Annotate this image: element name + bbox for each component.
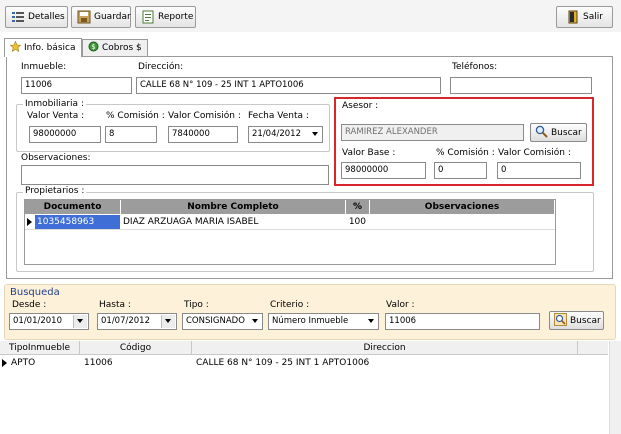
valor-venta-field[interactable]: 98000000: [29, 126, 101, 143]
cell-nombre[interactable]: DIAZ ARZUAGA MARIA ISABEL: [123, 215, 343, 229]
guardar-button[interactable]: Guardar: [71, 6, 131, 28]
inmueble-label: Inmueble:: [21, 62, 67, 72]
detalles-label: Detalles: [28, 12, 65, 22]
save-icon: [77, 10, 91, 24]
hasta-date-field[interactable]: 01/07/2012: [97, 313, 177, 330]
tab-info-basica[interactable]: Info. básica: [4, 38, 82, 57]
busqueda-buscar-button[interactable]: Buscar: [549, 311, 604, 330]
asesor-valor-comision-label: Valor Comisión :: [498, 148, 571, 158]
money-icon: $: [88, 41, 99, 55]
busqueda-title: Busqueda: [10, 287, 60, 298]
valor-comision-label: Valor Comisión :: [168, 111, 241, 121]
desde-date-field[interactable]: 01/01/2010: [9, 313, 89, 330]
row-pointer-icon: [2, 359, 7, 367]
reporte-button[interactable]: Reporte: [135, 6, 196, 28]
col-pct[interactable]: %: [346, 200, 370, 214]
magnifier-icon: [554, 312, 567, 329]
fecha-venta-label: Fecha Venta :: [248, 111, 309, 121]
results-grid: TipoInmueble Código Direccion APTO 11006…: [0, 341, 608, 434]
chevron-down-icon: [77, 319, 83, 323]
col-codigo[interactable]: Código: [80, 341, 192, 355]
inmobiliaria-title: Inmobiliaria :: [23, 99, 86, 109]
salir-button[interactable]: Salir: [556, 6, 613, 28]
chevron-down-icon: [368, 319, 374, 323]
table-row[interactable]: APTO 11006 CALLE 68 N° 109 - 25 INT 1 AP…: [0, 356, 578, 371]
report-icon: [141, 10, 155, 24]
criterio-label: Criterio :: [270, 300, 310, 310]
asesor-buscar-label: Buscar: [551, 127, 582, 138]
cell-observaciones[interactable]: [372, 215, 552, 229]
guardar-label: Guardar: [94, 12, 131, 22]
valor-venta-label: Valor Venta :: [27, 111, 85, 121]
telefonos-field[interactable]: [450, 77, 592, 94]
exit-door-icon: [566, 10, 580, 24]
tab-info-label: Info. básica: [24, 43, 76, 53]
valor-comision-field[interactable]: 7840000: [168, 126, 238, 143]
valor-base-label: Valor Base :: [342, 148, 396, 158]
chevron-down-icon: [252, 319, 258, 323]
direccion-label: Dirección:: [138, 62, 184, 72]
col-direccion[interactable]: Direccion: [192, 341, 578, 355]
cell-codigo[interactable]: 11006: [84, 356, 189, 370]
cell-direccion[interactable]: CALLE 68 N° 109 - 25 INT 1 APTO1006: [196, 356, 576, 370]
criterio-value: Número Inmueble: [272, 316, 349, 326]
asesor-valor-comision-field[interactable]: 0: [497, 162, 581, 179]
criterio-combo[interactable]: Número Inmueble: [268, 313, 379, 330]
col-tipoinmueble[interactable]: TipoInmueble: [0, 341, 80, 355]
fecha-venta-combo[interactable]: 21/04/2012: [248, 126, 323, 143]
col-nombre[interactable]: Nombre Completo: [121, 200, 346, 214]
valor-field[interactable]: 11006: [385, 313, 540, 330]
tipo-combo[interactable]: CONSIGNADO: [182, 313, 263, 330]
valor-base-field[interactable]: 98000000: [341, 162, 426, 179]
direccion-field[interactable]: CALLE 68 N° 109 - 25 INT 1 APTO1006: [136, 77, 441, 94]
tab-strip: Info. básica $ Cobros $: [4, 38, 154, 57]
telefonos-label: Teléfonos:: [452, 62, 498, 72]
cell-documento[interactable]: 1035458963: [35, 215, 120, 229]
valor-label: Valor :: [386, 300, 415, 310]
busqueda-panel: [4, 284, 616, 340]
asesor-name-field[interactable]: RAMIREZ ALEXANDER: [341, 124, 524, 141]
cell-pct[interactable]: 100: [346, 215, 366, 229]
col-observaciones[interactable]: Observaciones: [370, 200, 555, 214]
detalles-button[interactable]: Detalles: [5, 6, 68, 28]
busqueda-buscar-label: Buscar: [570, 315, 601, 326]
asesor-pct-field[interactable]: 0: [434, 162, 487, 179]
propietarios-grid: Documento Nombre Completo % Observacione…: [24, 199, 556, 265]
chevron-down-icon[interactable]: [312, 132, 318, 136]
tipo-value: CONSIGNADO: [186, 316, 245, 326]
inmueble-field[interactable]: 11006: [21, 77, 132, 94]
star-icon: [9, 40, 22, 55]
desde-value: 01/01/2010: [13, 316, 62, 326]
observaciones-label: Observaciones:: [21, 153, 91, 163]
pct-comision-field[interactable]: 8: [105, 126, 157, 143]
tipo-label: Tipo :: [184, 300, 209, 310]
cell-tipo[interactable]: APTO: [11, 356, 79, 370]
toolbar: Detalles Guardar Reporte Salir: [0, 0, 621, 32]
asesor-title: Asesor :: [342, 101, 379, 111]
fecha-venta-value: 21/04/2012: [252, 129, 301, 139]
hasta-value: 01/07/2012: [101, 316, 150, 326]
list-icon: [11, 10, 25, 24]
salir-label: Salir: [583, 12, 603, 22]
tab-cobros-label: Cobros $: [102, 43, 142, 53]
table-row[interactable]: 1035458963 DIAZ ARZUAGA MARIA ISABEL 100: [25, 215, 555, 230]
reporte-label: Reporte: [158, 12, 194, 22]
pct-comision-label: % Comisión :: [106, 111, 165, 121]
asesor-pct-label: % Comisión :: [436, 148, 495, 158]
tab-cobros[interactable]: $ Cobros $: [82, 39, 148, 56]
chevron-down-icon: [165, 319, 171, 323]
desde-label: Desde :: [12, 300, 47, 310]
observaciones-field[interactable]: [21, 165, 329, 185]
magnifier-icon: [535, 125, 548, 141]
propietarios-title: Propietarios :: [23, 186, 87, 196]
col-documento[interactable]: Documento: [25, 200, 121, 214]
hasta-label: Hasta :: [99, 300, 131, 310]
vertical-scrollbar[interactable]: [609, 341, 621, 434]
asesor-buscar-button[interactable]: Buscar: [530, 123, 587, 142]
svg-text:$: $: [91, 43, 95, 51]
row-pointer-icon: [27, 218, 32, 226]
